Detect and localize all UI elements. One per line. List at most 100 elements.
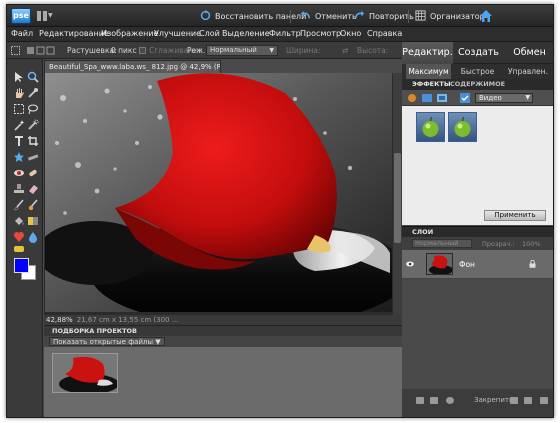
eraser-tool-icon[interactable]	[27, 183, 39, 195]
menu-view[interactable]: Просмотр	[300, 29, 341, 38]
layer-styles-icon[interactable]	[422, 93, 432, 103]
menu-window[interactable]: Окно	[340, 29, 361, 38]
red-eye-tool-icon[interactable]	[13, 167, 25, 179]
title-bar: pse ▼ Восстановить панели Отменить Повто…	[7, 5, 553, 27]
organizer-button[interactable]: Организатор	[415, 10, 485, 23]
document-tab[interactable]: Beautiful_Spa_www.laba.ws_ 812.jpg @ 42,…	[44, 60, 221, 73]
blend-mode-select[interactable]: Нормальный	[412, 239, 472, 248]
foreground-color-swatch[interactable]	[14, 258, 29, 273]
clone-stamp-tool-icon[interactable]	[13, 183, 25, 195]
menu-enhance[interactable]: Улучшение	[154, 29, 201, 38]
open-file-thumbnail[interactable]	[52, 353, 119, 394]
custom-shape-tool-icon[interactable]	[13, 231, 25, 243]
menu-select[interactable]: Выделение	[222, 29, 270, 38]
new-fill-layer-icon[interactable]	[446, 397, 454, 404]
menu-edit[interactable]: Редактирование	[39, 29, 109, 38]
layer-row[interactable]: Фон	[402, 250, 553, 279]
tab-quick-edit[interactable]: Быстрое	[455, 64, 500, 79]
toolbox	[7, 59, 43, 417]
show-all-icon[interactable]	[460, 93, 470, 103]
magic-wand-tool-icon[interactable]	[13, 119, 25, 131]
crop-tool-icon[interactable]	[27, 135, 39, 147]
spot-healing-tool-icon[interactable]	[27, 167, 39, 179]
opacity-label: Прозрач.:	[482, 240, 515, 248]
gradient-tool-icon[interactable]	[27, 215, 39, 227]
document-title: Beautiful_Spa_www.laba.ws_ 812.jpg @ 42,…	[49, 63, 220, 71]
undo-label: Отменить	[315, 12, 357, 21]
height-label: Высота:	[357, 46, 389, 55]
move-tool-icon[interactable]	[13, 71, 25, 83]
panel-sub-tabs: Максимум Быстрое Управлен.	[402, 64, 553, 79]
smart-brush-tool-icon[interactable]	[27, 199, 39, 211]
project-bin-title: ПОДБОРКА ПРОЕКТОВ	[52, 327, 138, 335]
undo-button[interactable]: Отменить	[300, 10, 357, 23]
scrollbar-thumb[interactable]	[394, 153, 401, 243]
marquee-options-icon[interactable]	[11, 46, 20, 55]
effects-category-select[interactable]: Видео ▼	[475, 93, 533, 103]
home-icon[interactable]	[479, 9, 493, 23]
apple-icon	[454, 116, 471, 137]
layer-name: Фон	[459, 260, 475, 269]
lock-all-icon[interactable]	[524, 397, 532, 404]
new-adjustment-layer-icon[interactable]	[430, 397, 438, 404]
apply-button[interactable]: Применить	[484, 210, 546, 221]
effects-panel-header: ЭФФЕКТЫ СОДЕРЖИМОЕ	[402, 79, 553, 90]
menu-bar: Файл Редактирование Изображение Улучшени…	[7, 27, 553, 42]
redo-icon	[355, 10, 365, 19]
selection-mode-icons[interactable]	[27, 46, 57, 55]
straighten-tool-icon[interactable]	[27, 151, 39, 163]
paint-bucket-tool-icon[interactable]	[13, 215, 25, 227]
menu-layer[interactable]: Слой	[199, 29, 220, 38]
swap-icon[interactable]: ⇄	[342, 46, 348, 55]
layers-panel-header: СЛОИ	[402, 226, 553, 237]
quick-selection-tool-icon[interactable]	[27, 119, 39, 131]
sponge-tool-icon[interactable]	[13, 243, 25, 255]
divider	[408, 10, 409, 23]
menu-filter[interactable]: Фильтр	[269, 29, 301, 38]
eye-icon[interactable]	[406, 261, 414, 267]
effect-thumbnail-2[interactable]	[448, 112, 477, 142]
marquee-tool-icon[interactable]	[13, 103, 25, 115]
tab-full-edit[interactable]: Максимум	[406, 64, 451, 79]
eyedropper-tool-icon[interactable]	[27, 87, 39, 99]
type-tool-icon[interactable]	[13, 135, 25, 147]
layout-menu-button[interactable]: ▼	[37, 11, 53, 21]
blur-tool-icon[interactable]	[27, 231, 39, 243]
tab-share[interactable]: Обмен	[504, 42, 553, 64]
filters-icon[interactable]	[407, 93, 417, 103]
layer-thumbnail-image	[427, 254, 452, 274]
mode-select[interactable]: Нормальный ▼	[206, 45, 278, 56]
zoom-level[interactable]: 42,88%	[46, 316, 73, 324]
grid-icon	[37, 11, 47, 21]
show-open-files-select[interactable]: Показать открытые файлы ▼	[49, 337, 165, 346]
photo-effects-icon[interactable]	[437, 93, 447, 103]
brush-tool-icon[interactable]	[13, 199, 25, 211]
layers-title: СЛОИ	[412, 228, 434, 236]
project-bin-toolbar: Показать открытые файлы ▼	[44, 336, 402, 347]
menu-help[interactable]: Справка	[367, 29, 402, 38]
redo-button[interactable]: Повторить	[354, 10, 414, 23]
menu-file[interactable]: Файл	[11, 29, 33, 38]
app-logo: pse	[11, 8, 31, 24]
zoom-tool-icon[interactable]	[27, 71, 39, 83]
lock-transparent-icon[interactable]	[510, 397, 518, 404]
lasso-tool-icon[interactable]	[27, 103, 39, 115]
vertical-scrollbar[interactable]	[393, 73, 402, 315]
content-tab[interactable]: СОДЕРЖИМОЕ	[450, 80, 505, 88]
hand-tool-icon[interactable]	[13, 87, 25, 99]
effects-tab[interactable]: ЭФФЕКТЫ	[412, 80, 451, 88]
menu-image[interactable]: Изображение	[101, 29, 159, 38]
effect-thumbnail-1[interactable]	[416, 112, 445, 142]
tab-edit[interactable]: Редактир.	[402, 42, 453, 64]
cookie-cutter-tool-icon[interactable]	[13, 151, 25, 163]
organizer-label: Организатор	[430, 12, 485, 21]
canvas-image[interactable]	[45, 73, 392, 312]
editor-window: pse ▼ Восстановить панели Отменить Повто…	[6, 4, 554, 418]
tab-create[interactable]: Создать	[453, 42, 504, 64]
feather-value[interactable]: 0 пикс	[111, 46, 137, 55]
opacity-value[interactable]: 100%	[522, 240, 541, 248]
layers-options-bar: Нормальный Прозрач.: 100%	[402, 237, 553, 250]
tab-guided-edit[interactable]: Управлен.	[504, 64, 552, 79]
trash-icon[interactable]	[540, 397, 548, 404]
new-layer-icon[interactable]	[416, 397, 424, 404]
